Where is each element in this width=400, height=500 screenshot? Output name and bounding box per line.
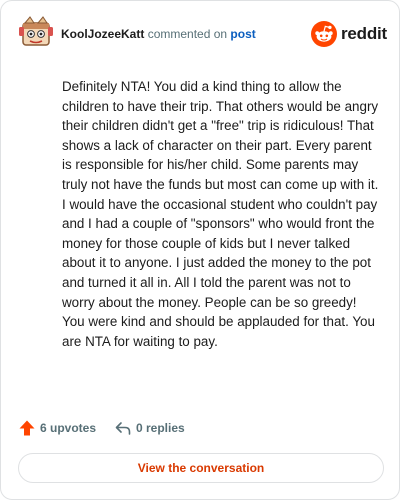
comment-body: Definitely NTA! You did a kind thing to …	[62, 79, 379, 349]
comment-action-text: commented on	[147, 27, 228, 41]
snoo-avatar-icon	[19, 16, 53, 46]
reddit-wordmark: reddit	[341, 24, 388, 43]
reply-arrow-icon	[115, 422, 131, 435]
username[interactable]: KoolJozeeKatt	[61, 27, 144, 41]
reddit-snoo-icon	[311, 21, 337, 47]
replies-stat[interactable]: 0 replies	[114, 418, 185, 438]
comment-card: KoolJozeeKatt commented on post reddit D…	[0, 0, 400, 500]
reddit-logo[interactable]: reddit	[311, 21, 387, 47]
post-link[interactable]: post	[230, 27, 255, 41]
user-avatar[interactable]	[19, 15, 53, 49]
view-conversation-button[interactable]: View the conversation	[18, 453, 384, 483]
comment-header: KoolJozeeKatt commented on post	[61, 26, 256, 42]
replies-count: 0 replies	[136, 421, 185, 435]
upvote-arrow-icon	[19, 420, 35, 436]
upvotes-stat[interactable]: 6 upvotes	[18, 418, 96, 438]
upvotes-count: 6 upvotes	[40, 421, 97, 435]
